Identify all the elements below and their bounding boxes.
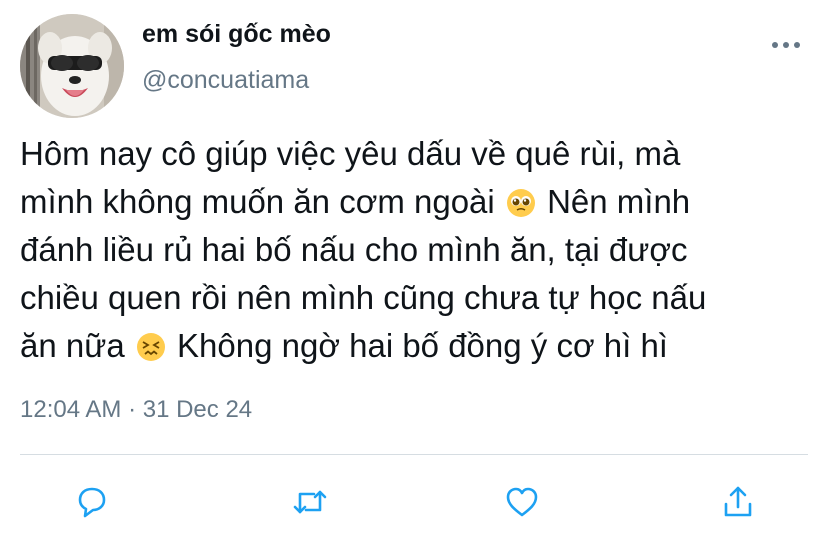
- action-bar: [0, 476, 828, 528]
- retweet-arrows-icon: [293, 490, 327, 514]
- tweet-timestamp[interactable]: 12:04 AM · 31 Dec 24: [20, 396, 252, 424]
- dog-avatar-icon: [20, 14, 124, 118]
- share-button[interactable]: [712, 476, 764, 528]
- tweet-card: em sói gốc mèo @concuatiama Hôm nay cô g…: [0, 0, 828, 542]
- tweet-line: chiều quen rồi nên mình cũng chưa tự học…: [20, 279, 707, 316]
- user-handle[interactable]: @concuatiama: [142, 66, 309, 95]
- more-options-icon[interactable]: [770, 38, 802, 50]
- retweet-button[interactable]: [284, 476, 336, 528]
- confounded-face-icon: [136, 333, 165, 361]
- tweet-text: Hôm nay cô giúp việc yêu dấu về quê rùi,…: [20, 130, 810, 370]
- divider: [20, 454, 808, 455]
- pleading-face-icon: [506, 189, 535, 217]
- like-button[interactable]: [496, 476, 548, 528]
- display-name[interactable]: em sói gốc mèo: [142, 20, 331, 49]
- tweet-line: Hôm nay cô giúp việc yêu dấu về quê rùi,…: [20, 135, 681, 172]
- tweet-line: đánh liều rủ hai bố nấu cho mình ăn, tại…: [20, 231, 688, 268]
- reply-bubble-icon: [78, 487, 106, 518]
- heart-icon: [506, 487, 538, 517]
- share-arrow-icon: [724, 486, 752, 517]
- reply-button[interactable]: [66, 476, 118, 528]
- tweet-line: ăn nữa Không ngờ hai bố đồng ý cơ hì hì: [20, 327, 668, 364]
- avatar[interactable]: [20, 14, 124, 118]
- tweet-line: mình không muốn ăn cơm ngoài Nên mình: [20, 183, 691, 220]
